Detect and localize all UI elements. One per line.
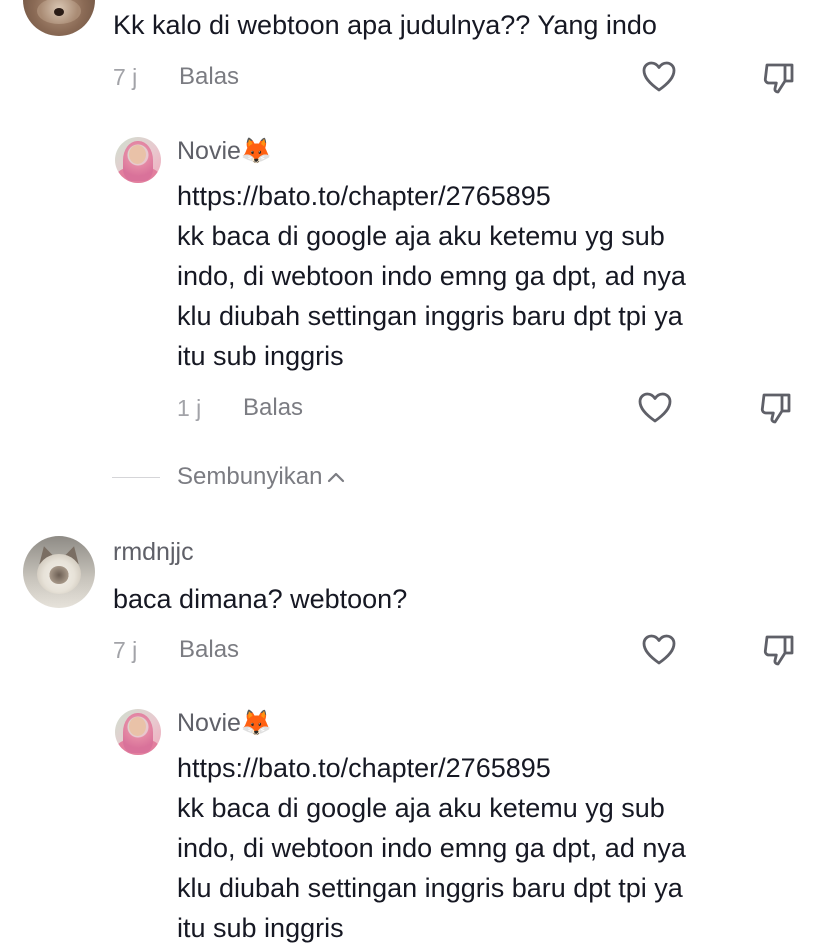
heart-outline-icon[interactable] [641,632,677,668]
thumbs-down-outline-icon[interactable] [761,632,797,668]
chevron-up-icon [328,472,345,483]
commenter-avatar[interactable] [23,0,95,36]
reply-avatar[interactable] [115,709,161,755]
comment-time: 1 j [177,395,202,421]
comment-text: Kk kalo di webtoon apa judulnya?? Yang i… [113,10,657,40]
comment-text: baca dimana? webtoon? [113,584,408,614]
reply-avatar[interactable] [115,137,161,183]
comment-text-line: kk baca di google aja aku ketemu yg sub [177,793,665,823]
reply-button[interactable]: Balas [243,394,303,422]
reply-button[interactable]: Balas [179,63,239,91]
heart-outline-icon[interactable] [637,390,673,426]
reply-username[interactable]: Novie🦊 [177,709,272,738]
hide-replies-label: Sembunyikan [177,463,323,490]
divider [112,476,160,478]
commenter-username[interactable]: rmdnjjc [113,538,194,567]
comment-text-line: itu sub inggris [177,913,344,943]
reply-button[interactable]: Balas [179,636,239,664]
heart-outline-icon[interactable] [641,59,677,95]
thumbs-down-outline-icon[interactable] [761,60,797,96]
comment-text-line[interactable]: https://bato.to/chapter/2765895 [177,177,551,216]
comment-text-line: indo, di webtoon indo emng ga dpt, ad ny… [177,833,686,863]
comment-time: 7 j [113,64,138,90]
comment-text-line: itu sub inggris [177,341,344,371]
comment-text-line[interactable]: https://bato.to/chapter/2765895 [177,749,551,788]
comment-text-line: kk baca di google aja aku ketemu yg sub [177,221,665,251]
comment-time: 7 j [113,637,138,663]
comment-text-line: indo, di webtoon indo emng ga dpt, ad ny… [177,261,686,291]
commenter-avatar[interactable] [23,536,95,608]
comment-text-line: klu diubah settingan inggris baru dpt tp… [177,873,683,903]
comment-text-line: klu diubah settingan inggris baru dpt tp… [177,301,683,331]
hide-replies-toggle[interactable]: Sembunyikan [112,459,346,495]
reply-username[interactable]: Novie🦊 [177,137,272,166]
thumbs-down-outline-icon[interactable] [758,390,794,426]
